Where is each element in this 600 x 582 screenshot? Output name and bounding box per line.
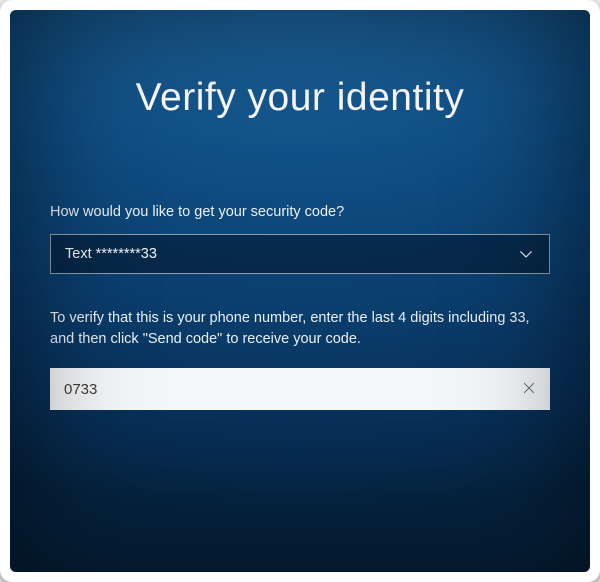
code-method-section: How would you like to get your security … (50, 204, 550, 410)
phone-last4-input[interactable] (50, 368, 508, 410)
page-title: Verify your identity (50, 76, 550, 120)
code-method-select[interactable]: Text ********33 (50, 234, 550, 274)
screenshot-frame: Verify your identity How would you like … (0, 0, 600, 582)
code-method-prompt: How would you like to get your security … (50, 204, 550, 220)
phone-verify-instructions: To verify that this is your phone number… (50, 308, 550, 350)
verify-identity-screen: Verify your identity How would you like … (10, 10, 590, 572)
clear-input-button[interactable] (508, 368, 550, 410)
phone-last4-input-wrap (50, 368, 550, 410)
close-icon (521, 380, 537, 399)
code-method-selected-value: Text ********33 (65, 246, 157, 262)
chevron-down-icon (515, 243, 537, 265)
